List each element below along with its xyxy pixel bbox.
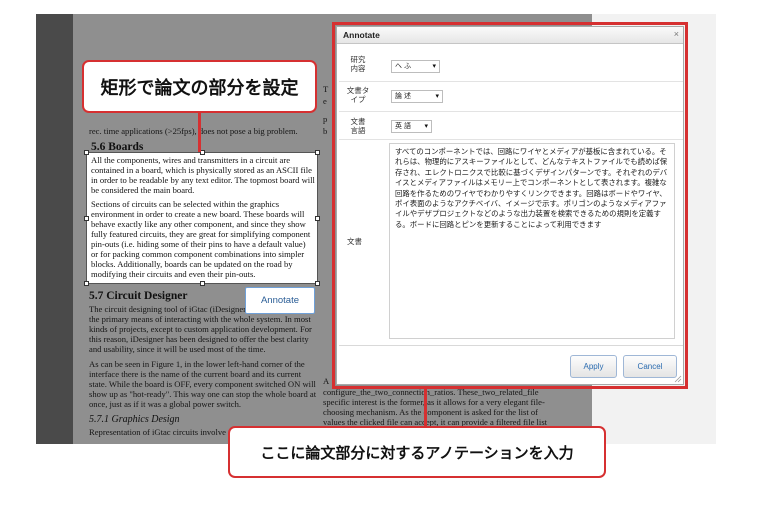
callout-annotation-instruction: ここに論文部分に対するアノテーションを入力	[228, 426, 606, 478]
callout-connector	[424, 389, 427, 426]
close-icon[interactable]: ×	[674, 29, 679, 39]
right-column-fragment: b	[323, 126, 328, 136]
annotation-textarea[interactable]: すべてのコンポーネントでは、回路にワイヤとメディアが基板に含まれている。それらは…	[389, 143, 675, 339]
section-heading-circuit-designer: 5.7 Circuit Designer	[89, 290, 188, 302]
row-divider	[339, 81, 683, 82]
paper-line: The circuit designing tool of iGtac (iDe…	[89, 304, 257, 314]
resize-handle-s[interactable]	[200, 281, 205, 286]
right-column-line: specific interest is the former, as it a…	[323, 397, 545, 407]
paper-line: modifying their circuits and even their …	[91, 269, 256, 279]
right-column-fragment: A	[323, 376, 330, 386]
row-divider	[339, 111, 683, 112]
paper-line: state. While the board is OFF, every com…	[89, 379, 316, 389]
paper-line: once, just as if it was a global power s…	[89, 399, 242, 409]
right-column-fragment: p	[323, 114, 328, 124]
paper-line: All the components, wires and transmitte…	[91, 155, 291, 165]
paper-line: in order to be readable by any text edit…	[91, 175, 315, 185]
paper-line: be considered the main board.	[91, 185, 195, 195]
callout-connector	[198, 113, 201, 152]
subsection-heading-graphics-design: 5.7.1 Graphics Design	[89, 414, 180, 425]
right-column-fragment: T	[323, 84, 329, 94]
label-line: 研究	[350, 55, 366, 64]
resize-handle-w[interactable]	[84, 216, 89, 221]
paper-line: and usability, since it will be used mos…	[89, 344, 266, 354]
paper-intro-line: rec. time applications (>25fps), does no…	[89, 126, 298, 136]
resize-handle-nw[interactable]	[84, 150, 89, 155]
apply-button[interactable]: Apply	[570, 355, 617, 378]
field-label-document-language: 文書 言語	[344, 117, 372, 135]
paper-line: interface there is the name of the curre…	[89, 369, 302, 379]
paper-line: blocks. Additionally, boards can be upda…	[91, 259, 293, 269]
paper-line: fully featured circuits, they are great …	[91, 229, 311, 239]
paper-line: kinds of projects, except to custom appl…	[89, 324, 312, 334]
right-column-fragment: e	[323, 96, 327, 106]
resize-handle-sw[interactable]	[84, 281, 89, 286]
paper-line: As can be seen in Figure 1, in the lower…	[89, 359, 305, 369]
label-line: 言語	[350, 126, 366, 135]
resize-handle-ne[interactable]	[315, 150, 320, 155]
paper-line: Representation of iGtac circuits involve	[89, 427, 226, 437]
select-value: 英 語	[395, 123, 411, 130]
right-column-line: choosing mechanism. As the component is …	[323, 407, 539, 417]
select-value: へ ふ	[395, 63, 411, 70]
paper-line: the primary means of interacting with th…	[89, 314, 311, 324]
dialog-title: Annotate	[343, 30, 380, 40]
research-content-select[interactable]: へ ふ ▾	[391, 60, 440, 73]
resize-handle-e[interactable]	[315, 216, 320, 221]
dropdown-arrow-icon: ▾	[424, 123, 428, 130]
select-value: 論 述	[395, 93, 411, 100]
label-line: 文書	[350, 117, 366, 126]
viewer-left-gutter	[36, 14, 73, 444]
label-line: イプ	[350, 95, 366, 104]
dropdown-arrow-icon: ▾	[435, 93, 439, 100]
annotation-text-label: 文書	[347, 237, 362, 246]
paper-line: or for packing common component combinat…	[91, 249, 305, 259]
section-heading-boards: 5.6 Boards	[91, 141, 144, 153]
paper-line: pin-outs (i.e. hiding some of their pins…	[91, 239, 306, 249]
selected-paper-region[interactable]: 5.6 Boards All the components, wires and…	[84, 141, 320, 286]
field-label-research-content: 研究 内容	[344, 55, 372, 73]
annotate-dialog: Annotate × 研究 内容 へ ふ ▾ 文書タ イプ 論 述 ▾ 文書 言…	[336, 26, 684, 385]
paper-line: show up as "hot-ready". This way one can…	[89, 389, 317, 399]
paper-line: this reason, iDesigner has been designed…	[89, 334, 309, 344]
dropdown-arrow-icon: ▾	[432, 63, 436, 70]
field-label-document-type: 文書タ イプ	[344, 86, 372, 104]
dialog-footer-divider	[339, 345, 683, 346]
callout-selection-instruction: 矩形で論文の部分を設定	[82, 60, 317, 113]
paper-line: environment in order to create a new boa…	[91, 209, 305, 219]
label-line: 文書タ	[346, 86, 370, 95]
dialog-titlebar[interactable]: Annotate ×	[337, 27, 683, 44]
annotate-button[interactable]: Annotate	[245, 287, 315, 314]
resize-grip-icon[interactable]	[674, 375, 682, 383]
paper-line: behave exactly like any other component,…	[91, 219, 306, 229]
document-language-select[interactable]: 英 語 ▾	[391, 120, 432, 133]
row-divider	[339, 139, 683, 140]
resize-handle-se[interactable]	[315, 281, 320, 286]
label-line: 内容	[350, 64, 366, 73]
paper-line: Sections of circuits can be selected wit…	[91, 199, 280, 209]
paper-line: contained in a board, which is physicall…	[91, 165, 312, 175]
document-type-select[interactable]: 論 述 ▾	[391, 90, 443, 103]
cancel-button[interactable]: Cancel	[623, 355, 677, 378]
